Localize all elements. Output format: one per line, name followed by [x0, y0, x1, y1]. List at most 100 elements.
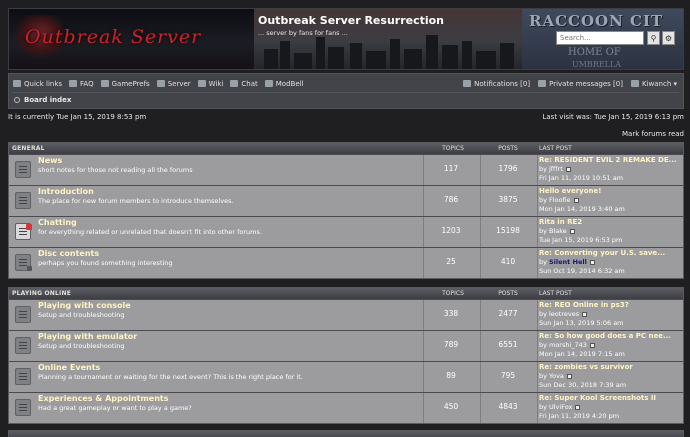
last-post-title[interactable]: Re: RESIDENT EVIL 2 REMAKE DE...	[539, 156, 682, 165]
category-title[interactable]: GENERAL	[12, 145, 45, 152]
nav-divider	[13, 92, 679, 93]
last-post-author[interactable]: morshi_743	[549, 341, 587, 350]
posts-count: 15198	[496, 226, 520, 235]
last-post-author[interactable]: jfffrt	[549, 165, 563, 174]
forum-description: perhaps you found something interesting	[38, 259, 173, 267]
last-post-title[interactable]: Re: Converting your U.S. save...	[539, 249, 682, 258]
last-post-author[interactable]: Blake	[549, 227, 567, 236]
forum-unread-icon	[15, 223, 32, 240]
nav-server[interactable]: Server	[156, 80, 191, 88]
site-title[interactable]: Outbreak Server Resurrection	[258, 14, 444, 27]
forum-title[interactable]: Introduction	[38, 187, 94, 196]
last-post-title[interactable]: Re: So how good does a PC nee...	[539, 332, 682, 341]
home-icon	[14, 97, 20, 103]
last-post-author[interactable]: Floofie	[549, 196, 571, 205]
last-post-author[interactable]: leotreves	[549, 310, 579, 319]
mark-forums-read-link[interactable]: Mark forums read	[622, 130, 684, 138]
nav-wiki[interactable]: Wiki	[197, 80, 223, 88]
col-topics-header: TOPICS	[442, 145, 464, 152]
nav-private-messages[interactable]: Private messages [0]	[538, 80, 623, 88]
search-input[interactable]	[556, 31, 644, 45]
last-post-title[interactable]: Re: zombies vs survivor	[539, 363, 682, 372]
last-post-title[interactable]: Re: REO Online in ps3?	[539, 301, 682, 310]
nav-user-menu[interactable]: Kiwanch ▾	[630, 80, 677, 88]
nav-user-links: Notifications [0] Private messages [0] K…	[455, 78, 677, 89]
nav-faq[interactable]: FAQ	[69, 80, 94, 88]
last-post-time: Tue Jan 15, 2019 6:53 pm	[539, 236, 623, 244]
last-post: Rita in RE2 by Blake Tue Jan 15, 2019 6:5…	[539, 218, 682, 245]
view-latest-post-icon[interactable]	[573, 198, 579, 203]
col-lastpost-header: LAST POST	[539, 290, 572, 297]
col-topics-header: TOPICS	[442, 290, 464, 297]
navbar: Quick links FAQ GamePrefs Server Wiki Ch…	[8, 73, 684, 109]
last-post: Re: Super Kool Screenshots II by UlviFox …	[539, 394, 682, 421]
posts-count: 2477	[498, 309, 518, 318]
forum-row: Playing with console Setup and troublesh…	[9, 299, 683, 330]
view-latest-post-icon[interactable]	[582, 312, 588, 317]
view-latest-post-icon[interactable]	[589, 343, 595, 348]
forum-title[interactable]: Playing with console	[38, 301, 131, 310]
forum-title[interactable]: Disc contents	[38, 249, 99, 258]
view-latest-post-icon[interactable]	[566, 374, 572, 379]
last-post: Re: Converting your U.S. save... by Silen…	[539, 249, 682, 276]
nav-notifications[interactable]: Notifications [0]	[463, 80, 530, 88]
last-post-title[interactable]: Rita in RE2	[539, 218, 682, 227]
topics-count: 789	[443, 340, 459, 349]
last-post-author[interactable]: Yova	[549, 372, 564, 381]
book-icon	[197, 80, 206, 87]
user-icon	[630, 80, 639, 87]
last-post-author[interactable]: UlviFox	[549, 403, 572, 412]
next-category-header	[8, 430, 684, 437]
nav-chat[interactable]: Chat	[230, 80, 258, 88]
posts-count: 410	[500, 257, 516, 266]
forum-title[interactable]: Online Events	[38, 363, 100, 372]
last-post-title[interactable]: Hello everyone!	[539, 187, 682, 196]
forum-title[interactable]: Experiences & Appointments	[38, 394, 169, 403]
last-post-time: Fri Jan 11, 2019 10:51 am	[539, 174, 624, 182]
nav-links: Quick links FAQ GamePrefs Server Wiki Ch…	[13, 78, 311, 89]
forum-title[interactable]: Playing with emulator	[38, 332, 137, 341]
last-post-time: Sun Jan 13, 2019 5:06 am	[539, 319, 624, 327]
advanced-search-button[interactable]: ⚙	[662, 31, 675, 45]
last-post-author[interactable]: Silent Hell	[549, 258, 587, 267]
posts-count: 4843	[498, 402, 518, 411]
topics-count: 338	[443, 309, 459, 318]
chat-icon	[230, 80, 239, 87]
bell-icon	[264, 80, 273, 87]
question-icon	[69, 80, 78, 87]
search-button[interactable]: ⚲	[647, 31, 660, 45]
topics-count: 117	[443, 164, 459, 173]
forum-title[interactable]: Chatting	[38, 218, 77, 227]
forum-row: Playing with emulator Setup and troubles…	[9, 330, 683, 361]
last-post: Re: So how good does a PC nee... by morsh…	[539, 332, 682, 359]
last-post-title[interactable]: Re: Super Kool Screenshots II	[539, 394, 682, 403]
forum-row: Chatting for everything related or unrel…	[9, 216, 683, 247]
topics-count: 89	[446, 371, 456, 380]
posts-count: 6551	[498, 340, 518, 349]
view-latest-post-icon[interactable]	[575, 405, 581, 410]
raccoon-sign: RACCOON CIT	[529, 12, 664, 30]
nav-gameprefs[interactable]: GamePrefs	[100, 80, 150, 88]
nav-modbell[interactable]: ModBell	[264, 80, 304, 88]
raccoon-uni-text: UMBRELLA	[572, 60, 622, 69]
category-title[interactable]: PLAYING ONLINE	[12, 290, 71, 297]
logo-text: Outbreak Server	[25, 26, 202, 48]
last-visit: Last visit was: Tue Jan 15, 2019 6:13 pm	[542, 113, 684, 121]
last-post-time: Sun Dec 30, 2018 7:39 am	[539, 381, 627, 389]
view-latest-post-icon[interactable]	[589, 260, 595, 265]
nav-quick-links[interactable]: Quick links	[13, 80, 62, 88]
current-time: It is currently Tue Jan 15, 2019 8:53 pm	[8, 113, 147, 121]
category-playing-online: PLAYING ONLINE TOPICS POSTS LAST POST Pl…	[8, 287, 684, 424]
view-latest-post-icon[interactable]	[569, 229, 575, 234]
breadcrumb[interactable]: Board index	[14, 96, 71, 104]
view-latest-post-icon[interactable]	[565, 167, 571, 172]
forum-title[interactable]: News	[38, 156, 62, 165]
forum-read-icon	[15, 161, 31, 178]
raccoon-home-text: HOME OF	[568, 47, 621, 58]
menu-icon	[13, 80, 21, 87]
col-lastpost-header: LAST POST	[539, 145, 572, 152]
forum-description: The place for new forum members to intro…	[38, 197, 234, 205]
last-post-time: Sun Oct 19, 2014 6:32 am	[539, 267, 625, 275]
last-post: Re: zombies vs survivor by Yova Sun Dec 3…	[539, 363, 682, 390]
site-logo[interactable]: Outbreak Server	[9, 9, 254, 69]
